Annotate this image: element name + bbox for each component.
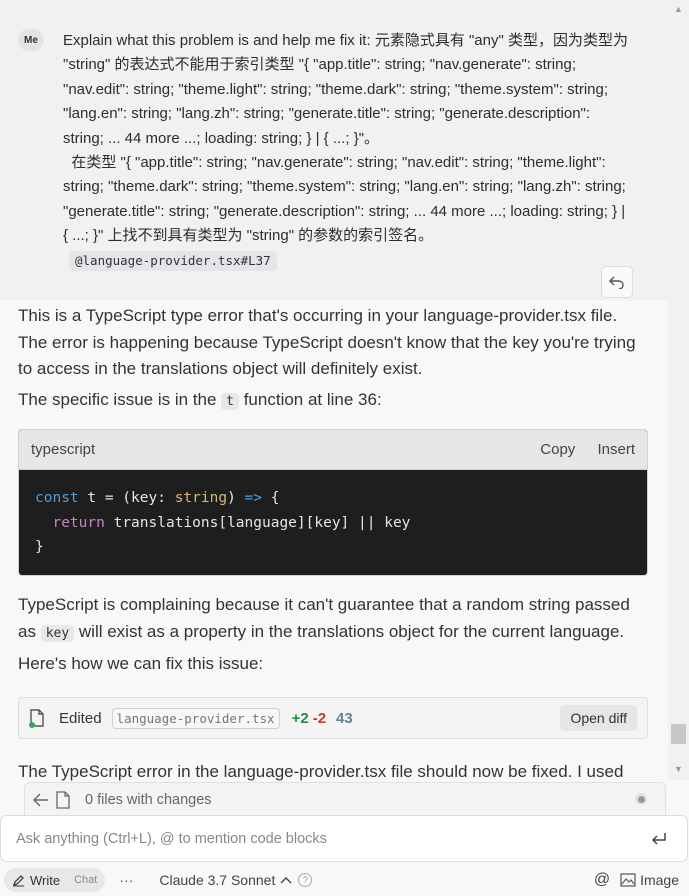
- open-diff-button[interactable]: Open diff: [560, 705, 637, 731]
- insert-button[interactable]: Insert: [597, 441, 635, 458]
- enter-icon[interactable]: [651, 832, 667, 846]
- code-line: return translations[language][key] || ke…: [52, 514, 411, 531]
- edit-card[interactable]: Edited language-provider.tsx +2 -2 43 Op…: [18, 697, 648, 739]
- write-mode-button[interactable]: Write Chat: [4, 868, 106, 892]
- undo-icon: [609, 276, 624, 289]
- user-message-body: Explain what this problem is and help me…: [63, 32, 628, 245]
- code-actions: Copy Insert: [522, 441, 635, 458]
- code-line: }: [35, 539, 44, 555]
- file-edited-icon: [29, 709, 44, 728]
- assistant-paragraph-2: The specific issue is in the t function …: [18, 387, 650, 416]
- user-message: Me Explain what this problem is and help…: [0, 0, 668, 300]
- line-count: 43: [336, 709, 353, 727]
- inline-code-key: key: [40, 624, 75, 642]
- write-label: Write: [30, 872, 61, 888]
- scrollbar-thumb[interactable]: [671, 724, 686, 744]
- mention-icon[interactable]: @: [594, 871, 610, 889]
- code-line: const t = (key: string) => {: [35, 490, 280, 506]
- scroll-up-icon[interactable]: ▲: [674, 4, 683, 14]
- assistant-paragraph-1: This is a TypeScript type error that's o…: [18, 306, 636, 378]
- bottom-toolbar: Write Chat ··· Claude 3.7 Sonnet ? @ Ima…: [0, 864, 689, 896]
- scroll-down-icon[interactable]: ▼: [674, 764, 683, 774]
- more-options-icon[interactable]: ···: [119, 872, 133, 888]
- image-button[interactable]: Image: [640, 872, 679, 888]
- assistant-paragraph-5: The TypeScript error in the language-pro…: [18, 762, 624, 781]
- help-icon[interactable]: ?: [298, 873, 313, 887]
- lines-added: +2: [291, 709, 309, 727]
- code-language-label: typescript: [31, 441, 96, 458]
- chat-input[interactable]: Ask anything (Ctrl+L), @ to mention code…: [16, 831, 651, 847]
- edited-file-name[interactable]: language-provider.tsx: [111, 707, 280, 729]
- file-reference-chip[interactable]: @language-provider.tsx#L37: [69, 250, 277, 271]
- files-changes-text: 0 files with changes: [85, 792, 212, 808]
- arrow-left-icon[interactable]: [33, 793, 49, 807]
- undo-button[interactable]: [601, 266, 633, 298]
- code-body: const t = (key: string) => { return tran…: [19, 470, 647, 575]
- lines-removed: -2: [312, 709, 327, 727]
- assistant-paragraph-4: Here's how we can fix this issue:: [18, 654, 264, 673]
- chevron-up-icon[interactable]: [280, 876, 292, 884]
- scrollbar-track[interactable]: [668, 0, 689, 780]
- para2-text-before: The specific issue is in the: [18, 390, 222, 409]
- code-block: typescript Copy Insert const t = (key: s…: [18, 429, 648, 576]
- para2-text-after: function at line 36:: [238, 390, 382, 409]
- chat-composer[interactable]: Ask anything (Ctrl+L), @ to mention code…: [0, 815, 688, 862]
- inline-code-t: t: [221, 393, 239, 410]
- file-icon: [56, 791, 70, 809]
- files-changes-bar: 0 files with changes: [24, 782, 666, 817]
- copy-button[interactable]: Copy: [540, 441, 575, 458]
- image-icon[interactable]: [620, 873, 636, 887]
- code-block-header: typescript Copy Insert: [19, 430, 647, 470]
- pencil-icon: [13, 874, 24, 886]
- user-avatar: Me: [18, 29, 44, 51]
- assistant-paragraph-3: TypeScript is complaining because it can…: [18, 592, 650, 647]
- user-message-text: Explain what this problem is and help me…: [63, 29, 629, 273]
- para3-text-after: will exist as a property in the translat…: [74, 621, 625, 641]
- edited-label: Edited: [59, 709, 102, 727]
- status-dot-icon: [635, 793, 647, 805]
- chat-mode-button[interactable]: Chat: [74, 874, 97, 886]
- model-selector[interactable]: Claude 3.7 Sonnet: [159, 872, 275, 888]
